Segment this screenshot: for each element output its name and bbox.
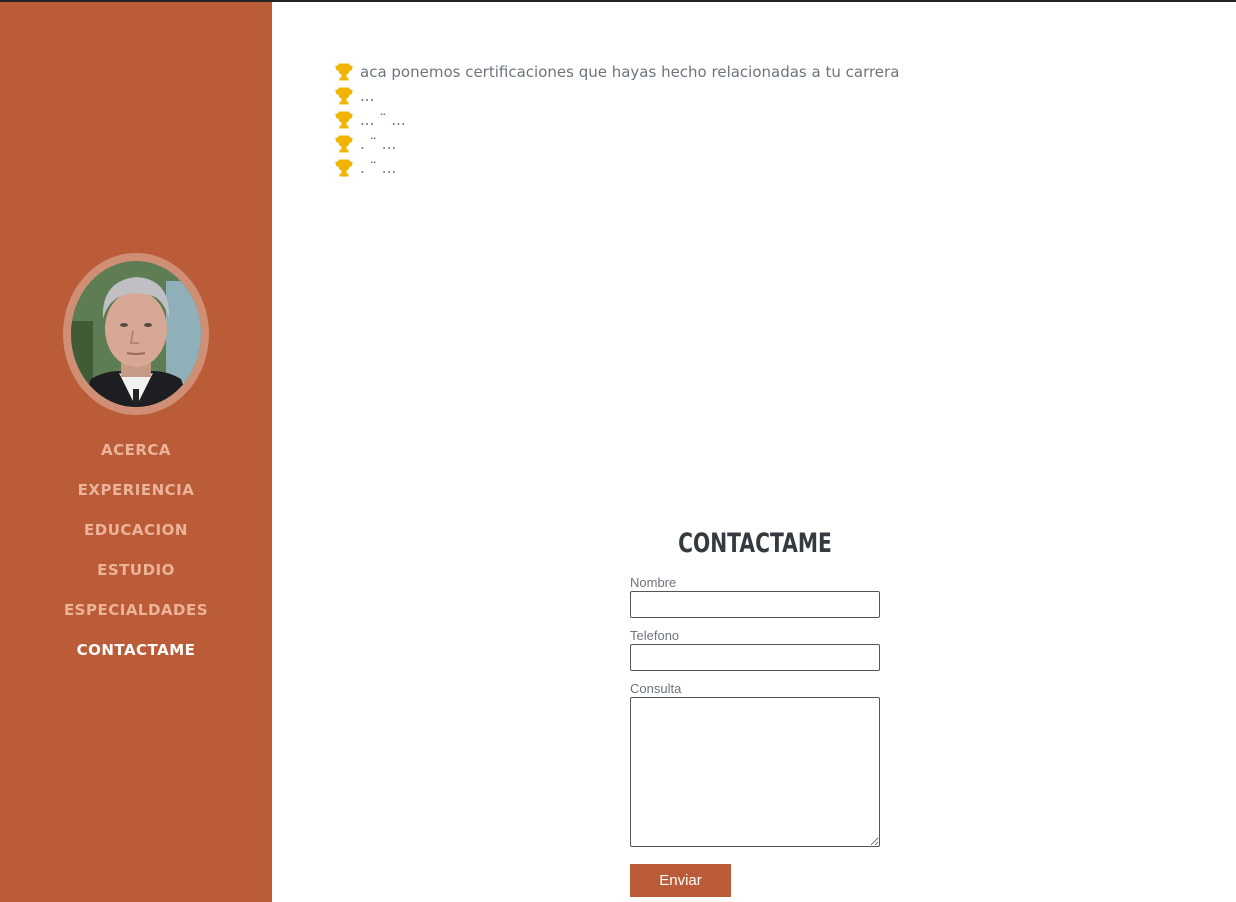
- certification-text: . ¨ ...: [360, 135, 397, 153]
- list-item: . ¨ ...: [334, 156, 899, 180]
- message-label: Consulta: [630, 681, 682, 696]
- contact-form: CONTACTAME Nombre Telefono Consulta Envi…: [630, 525, 880, 897]
- nav-item-experiencia[interactable]: EXPERIENCIA: [0, 478, 272, 518]
- nav-item-estudio[interactable]: ESTUDIO: [0, 558, 272, 598]
- submit-button[interactable]: Enviar: [630, 864, 731, 897]
- trophy-icon: [335, 159, 353, 177]
- list-item: ... ¨ ...: [334, 108, 899, 132]
- trophy-icon: [335, 63, 353, 81]
- trophy-icon: [335, 135, 353, 153]
- avatar-frame: [63, 253, 209, 415]
- nav-item-contactame[interactable]: CONTACTAME: [0, 638, 272, 678]
- certification-text: . ¨ ...: [360, 159, 397, 177]
- certification-text: ...: [360, 87, 375, 105]
- certification-text: ... ¨ ...: [360, 111, 406, 129]
- certification-text: aca ponemos certificaciones que hayas he…: [360, 63, 900, 81]
- name-field[interactable]: [630, 591, 880, 618]
- phone-field[interactable]: [630, 644, 880, 671]
- sidebar: ACERCA EXPERIENCIA EDUCACION ESTUDIO ESP…: [0, 2, 272, 902]
- list-item: ...: [334, 84, 899, 108]
- sidebar-nav: ACERCA EXPERIENCIA EDUCACION ESTUDIO ESP…: [0, 438, 272, 678]
- profile-photo: [71, 261, 201, 407]
- message-field[interactable]: [630, 697, 880, 847]
- name-label: Nombre: [630, 575, 677, 590]
- contact-title: CONTACTAME: [678, 528, 832, 559]
- list-item: . ¨ ...: [334, 132, 899, 156]
- certifications-list: aca ponemos certificaciones que hayas he…: [334, 60, 899, 180]
- trophy-icon: [335, 87, 353, 105]
- nav-item-educacion[interactable]: EDUCACION: [0, 518, 272, 558]
- trophy-icon: [335, 111, 353, 129]
- phone-label: Telefono: [630, 628, 680, 643]
- nav-item-acerca[interactable]: ACERCA: [0, 438, 272, 478]
- avatar: [71, 261, 201, 407]
- list-item: aca ponemos certificaciones que hayas he…: [334, 60, 899, 84]
- nav-item-especialdades[interactable]: ESPECIALDADES: [0, 598, 272, 638]
